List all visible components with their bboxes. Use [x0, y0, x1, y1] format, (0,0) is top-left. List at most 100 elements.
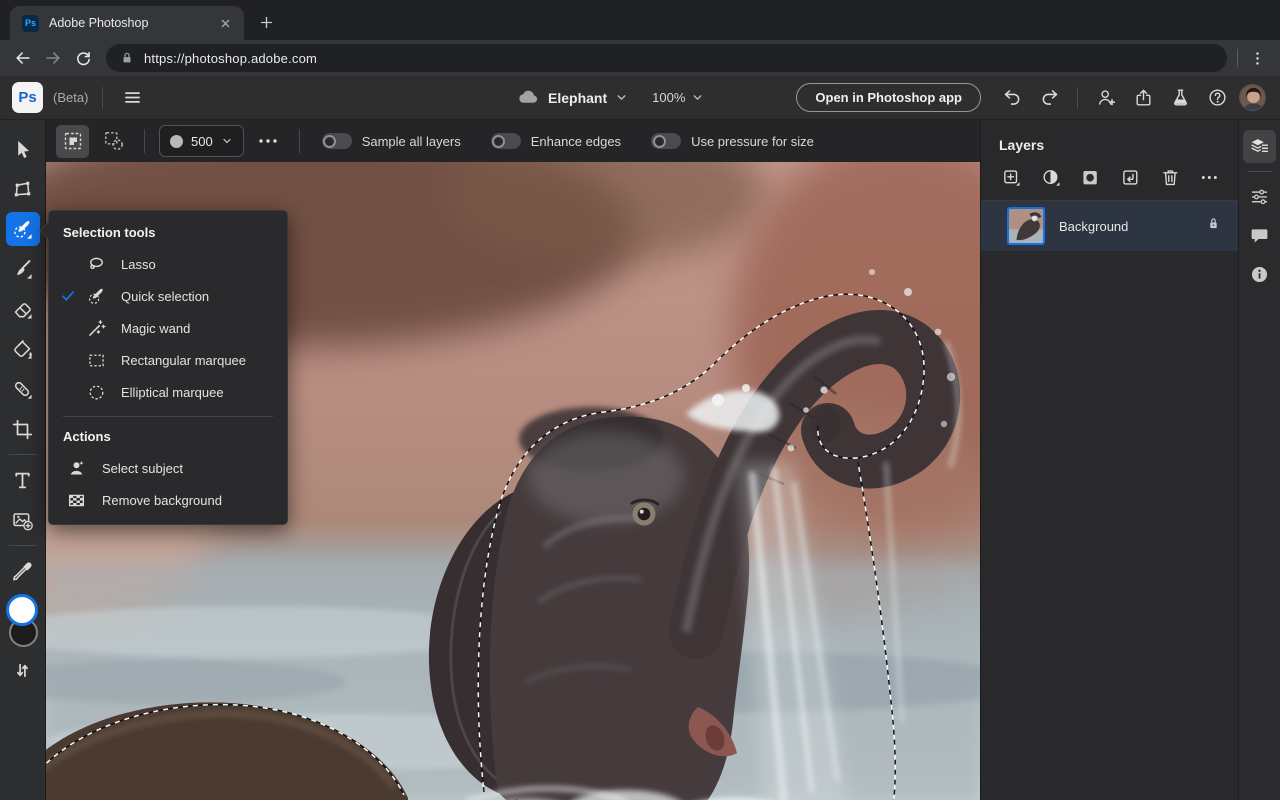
toggle-sample-all-layers[interactable]: Sample all layers [321, 133, 475, 149]
url-text: https://photoshop.adobe.com [144, 50, 318, 66]
brush-size-dropdown[interactable]: 500 [159, 125, 244, 157]
menu-item-label: Magic wand [121, 320, 191, 336]
subtract-selection-mode-button[interactable] [97, 125, 130, 158]
header-divider [1077, 86, 1078, 109]
redo-icon[interactable] [1034, 83, 1064, 113]
header-divider [102, 86, 104, 109]
swap-colors-icon[interactable] [6, 656, 40, 684]
place-image-tool[interactable] [6, 503, 40, 537]
ps-favicon: Ps [22, 14, 39, 32]
reload-icon[interactable] [68, 43, 98, 73]
mask-icon[interactable] [1080, 167, 1101, 188]
new-selection-mode-button[interactable] [56, 124, 89, 158]
toggle-label: Sample all layers [361, 133, 461, 149]
layers-toolbar [981, 165, 1238, 200]
browser-toolbar: https://photoshop.adobe.com [0, 40, 1280, 76]
transform-tool[interactable] [6, 172, 40, 206]
tab-strip: Ps Adobe Photoshop [0, 0, 1280, 40]
menu-item-label: Rectangular marquee [121, 352, 247, 368]
back-icon[interactable] [8, 43, 38, 73]
type-tool[interactable] [6, 463, 40, 497]
remove-background-icon [63, 490, 89, 511]
rail-divider [1247, 171, 1272, 172]
open-in-app-button[interactable]: Open in Photoshop app [796, 83, 981, 112]
fill-tool[interactable] [6, 332, 40, 366]
beaker-icon[interactable] [1165, 83, 1195, 113]
info-rail-icon[interactable] [1243, 258, 1276, 291]
workspace: 500 Sample all layers Enhance edges Use … [0, 120, 1280, 800]
more-options-icon[interactable] [252, 125, 285, 158]
layers-panel: Layers Background [980, 120, 1238, 800]
options-divider [298, 129, 300, 153]
invite-icon[interactable] [1091, 83, 1121, 113]
layers-panel-title: Layers [999, 137, 1045, 153]
toggle-switch[interactable] [651, 133, 682, 149]
toggle-label: Use pressure for size [691, 133, 814, 149]
toggle-switch[interactable] [490, 133, 521, 149]
brush-tool[interactable] [6, 252, 40, 286]
menu-title: Selection tools [63, 225, 156, 240]
menu-item-rectangular-marquee[interactable]: Rectangular marquee [49, 344, 287, 376]
canvas[interactable]: Selection tools Lasso Quick selection Ma… [39, 162, 980, 800]
menu-item-label: Quick selection [121, 288, 210, 304]
menu-item-label: Remove background [102, 492, 222, 508]
layer-row-background[interactable]: Background [981, 201, 1238, 251]
address-bar[interactable]: https://photoshop.adobe.com [106, 44, 1227, 72]
menu-divider [63, 416, 273, 417]
layer-thumbnail [1007, 207, 1045, 245]
zoom-menu[interactable]: 100% [652, 90, 704, 105]
ps-logo: Ps [12, 82, 43, 113]
avatar[interactable] [1239, 84, 1266, 111]
toggle-use-pressure[interactable]: Use pressure for size [651, 133, 828, 149]
menu-item-magic-wand[interactable]: Magic wand [49, 312, 287, 344]
share-icon[interactable] [1128, 83, 1158, 113]
close-icon[interactable] [216, 14, 234, 32]
color-swatches[interactable] [1, 594, 45, 650]
magic-wand-icon [83, 318, 109, 339]
cloud-icon [519, 90, 538, 103]
trash-icon[interactable] [1160, 167, 1181, 188]
hamburger-icon[interactable] [117, 83, 147, 113]
layers-rail-icon[interactable] [1243, 130, 1276, 163]
select-subject-icon [63, 458, 89, 479]
more-layers-icon[interactable] [1199, 167, 1220, 188]
undo-icon[interactable] [997, 83, 1027, 113]
add-layer-icon[interactable] [1001, 167, 1022, 188]
comments-rail-icon[interactable] [1243, 219, 1276, 252]
options-bar: 500 Sample all layers Enhance edges Use … [46, 120, 980, 162]
browser-tab[interactable]: Ps Adobe Photoshop [10, 6, 244, 40]
quick-selection-tool[interactable] [5, 212, 40, 246]
layer-name: Background [1059, 218, 1129, 234]
eyedropper-tool[interactable] [6, 554, 40, 588]
toggle-switch[interactable] [321, 133, 352, 149]
convert-layer-icon[interactable] [1120, 167, 1141, 188]
adjustment-icon[interactable] [1041, 167, 1062, 188]
menu-item-label: Elliptical marquee [121, 384, 224, 400]
lock-icon[interactable] [1205, 215, 1222, 237]
toggle-enhance-edges[interactable]: Enhance edges [490, 133, 635, 149]
zoom-level: 100% [652, 90, 686, 105]
menu-item-lasso[interactable]: Lasso [49, 248, 287, 280]
chevron-down-icon [223, 138, 231, 144]
chevron-down-icon [693, 95, 702, 100]
new-tab-icon[interactable] [252, 8, 280, 36]
menu-item-quick-selection[interactable]: Quick selection [49, 280, 287, 312]
forward-icon[interactable] [38, 43, 68, 73]
toggle-label: Enhance edges [530, 133, 622, 149]
chevron-down-icon [617, 95, 626, 100]
actions-title: Actions [63, 429, 111, 444]
menu-item-elliptical-marquee[interactable]: Elliptical marquee [49, 376, 287, 408]
kebab-menu-icon[interactable] [1242, 43, 1272, 73]
help-icon[interactable] [1202, 83, 1232, 113]
document-menu[interactable]: Elephant [517, 86, 628, 109]
menu-item-select-subject[interactable]: Select subject [49, 452, 287, 484]
options-divider [144, 129, 145, 153]
menu-item-remove-background[interactable]: Remove background [49, 484, 287, 516]
properties-rail-icon[interactable] [1243, 180, 1276, 213]
foreground-color-swatch[interactable] [5, 594, 38, 626]
move-tool[interactable] [6, 132, 40, 166]
beta-label: (Beta) [53, 90, 89, 105]
eraser-tool[interactable] [6, 292, 40, 326]
crop-tool[interactable] [6, 412, 40, 446]
healing-tool[interactable] [6, 372, 40, 406]
